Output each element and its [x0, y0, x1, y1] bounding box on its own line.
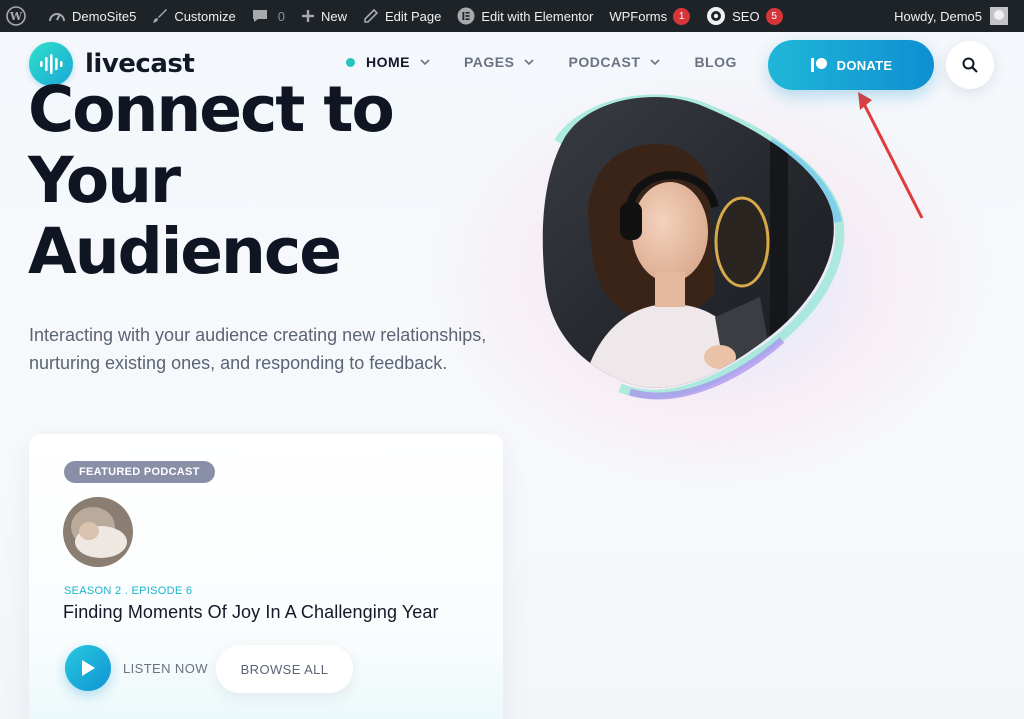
brush-icon	[153, 9, 168, 23]
nav-label-podcast: PODCAST	[568, 54, 641, 70]
chevron-down-icon	[420, 59, 430, 65]
svg-text:W: W	[9, 10, 23, 23]
donate-button[interactable]: DONATE	[768, 40, 934, 90]
wp-admin-bar: W DemoSite5 Customize 0 New Edit Page Ed…	[0, 0, 1024, 32]
page-content: livecast HOME PAGES PODCAST BLOG DONATE …	[0, 32, 1024, 719]
plus-icon	[301, 10, 314, 22]
hero-title-line: Audience	[28, 215, 342, 288]
wordpress-logo-button[interactable]: W	[0, 0, 40, 32]
listen-now-link[interactable]: LISTEN NOW	[123, 661, 208, 676]
edit-page-link[interactable]: Edit Page	[355, 0, 449, 32]
search-button[interactable]	[946, 41, 994, 89]
greeting-label: Howdy, Demo5	[894, 8, 982, 24]
play-button[interactable]	[65, 645, 111, 691]
site-name-link[interactable]: DemoSite5	[40, 0, 144, 32]
nav-label-home: HOME	[366, 54, 410, 70]
wpforms-count-badge: 1	[673, 7, 691, 25]
nav-item-podcast[interactable]: PODCAST	[568, 54, 661, 70]
search-icon	[962, 57, 978, 73]
play-icon	[82, 660, 95, 676]
featured-podcast-card: FEATURED PODCAST SEASON 2 . EPISODE 6 Fi…	[29, 434, 503, 719]
nav-item-pages[interactable]: PAGES	[464, 54, 535, 70]
hero-title-line: Connect to	[28, 73, 395, 146]
chevron-down-icon	[650, 59, 661, 65]
new-content-link[interactable]: New	[293, 0, 355, 32]
elementor-icon	[457, 7, 475, 25]
comments-count: 0	[277, 8, 285, 24]
donate-label: DONATE	[836, 57, 893, 73]
hero-description: Interacting with your audience creating …	[29, 325, 487, 373]
episode-title[interactable]: Finding Moments Of Joy In A Challenging …	[63, 602, 439, 623]
main-nav: HOME PAGES PODCAST BLOG	[346, 54, 771, 70]
customize-label: Customize	[174, 8, 236, 24]
pencil-icon	[364, 8, 379, 23]
hero-title-line: Your	[28, 144, 181, 217]
red-arrow-annotation	[858, 92, 924, 219]
chevron-down-icon	[524, 59, 535, 65]
wordpress-icon: W	[6, 6, 26, 26]
nav-item-blog[interactable]: BLOG	[694, 54, 736, 70]
edit-elementor-label: Edit with Elementor	[481, 8, 594, 24]
seo-link[interactable]: SEO 5	[698, 0, 790, 32]
patreon-icon	[810, 58, 827, 72]
hero-title: Connect to Your Audience	[28, 74, 508, 287]
seo-gear-icon	[707, 7, 726, 25]
browse-all-label: BROWSE ALL	[240, 661, 329, 677]
site-name-label: DemoSite5	[72, 8, 137, 24]
my-account-link[interactable]: Howdy, Demo5	[886, 0, 1016, 32]
dashboard-icon	[49, 13, 65, 22]
episode-thumbnail[interactable]	[63, 497, 133, 567]
seo-label: SEO	[732, 8, 760, 24]
hero-image	[520, 82, 850, 402]
customize-link[interactable]: Customize	[144, 0, 243, 32]
edit-page-label: Edit Page	[384, 8, 442, 24]
seo-count-badge: 5	[765, 7, 783, 25]
edit-elementor-link[interactable]: Edit with Elementor	[449, 0, 601, 32]
nav-label-pages: PAGES	[464, 54, 515, 70]
browse-all-button[interactable]: BROWSE ALL	[216, 645, 353, 693]
nav-label-blog: BLOG	[694, 54, 737, 70]
new-label: New	[320, 8, 347, 24]
season-episode-label: SEASON 2 . EPISODE 6	[64, 585, 193, 597]
nav-item-home[interactable]: HOME	[346, 54, 430, 70]
wpforms-label: WPForms	[609, 8, 668, 24]
comments-link[interactable]: 0	[244, 0, 293, 32]
wpforms-link[interactable]: WPForms 1	[601, 0, 698, 32]
user-avatar	[990, 7, 1008, 25]
active-dot	[346, 57, 355, 67]
comment-icon	[252, 10, 267, 22]
featured-badge: FEATURED PODCAST	[64, 461, 215, 483]
